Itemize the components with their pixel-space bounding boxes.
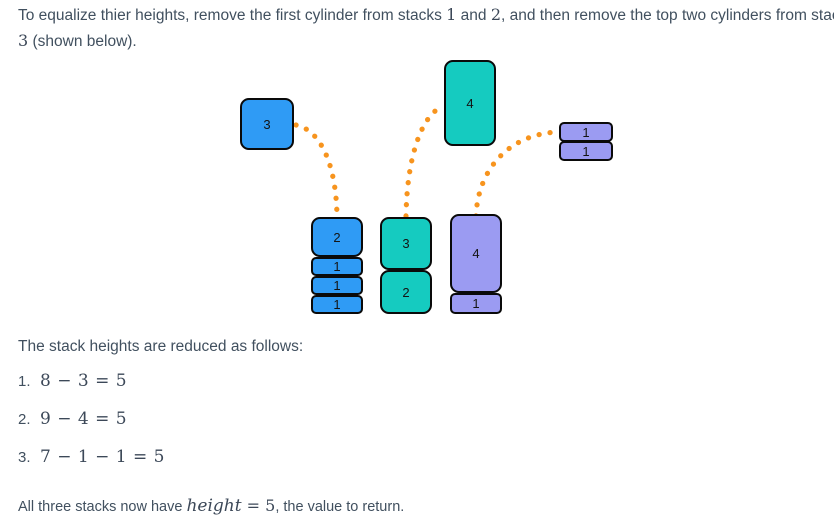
intro-text-part2: and <box>456 7 491 24</box>
stack-1-cylinder-0[interactable]: 2 <box>311 217 363 257</box>
intro-text-part3: , and then remove the top two cylinders … <box>501 7 834 24</box>
intro-text-part1: To equalize thier heights, remove the fi… <box>18 7 447 24</box>
removed-stack3-cylinder-second-label: 1 <box>582 143 590 159</box>
stack-1-cylinder-1-label: 1 <box>333 259 341 274</box>
removed-stack3-cylinder-top[interactable]: 1 <box>559 122 613 142</box>
conclusion-text-part1: All three stacks now have <box>18 499 187 515</box>
equation-item-3: 3. 7 − 1 − 1 = 5 <box>18 447 165 485</box>
intro-stack-number-2: 2 <box>490 5 502 24</box>
reduced-heading: The stack heights are reduced as follows… <box>18 338 304 355</box>
stack-1-cylinder-3[interactable]: 1 <box>311 295 363 314</box>
removed-stack3-cylinder-top-label: 1 <box>582 124 590 140</box>
stack-1-cylinder-3-label: 1 <box>333 297 341 312</box>
stack-1-cylinder-0-label: 2 <box>333 229 341 245</box>
removed-stack2-cylinder[interactable]: 4 <box>444 60 496 146</box>
arrow-stack2 <box>403 104 444 219</box>
conclusion-variable: height <box>186 496 242 516</box>
conclusion-value: 5 <box>265 496 276 515</box>
conclusion-equals: = <box>241 496 266 515</box>
removed-stack3-cylinder-second[interactable]: 1 <box>559 141 613 161</box>
stack-2-cylinder-1-label: 2 <box>402 284 410 300</box>
equation-item-1: 1. 8 − 3 = 5 <box>18 371 165 409</box>
equation-item-2: 2. 9 − 4 = 5 <box>18 409 165 447</box>
stack-2-cylinder-1[interactable]: 2 <box>380 270 432 314</box>
stack-3-cylinder-1-label: 1 <box>472 296 480 311</box>
stack-3-cylinder-0-label: 4 <box>472 246 480 261</box>
equation-item-3-number: 3. <box>18 449 31 466</box>
intro-stack-number-1: 1 <box>446 5 457 24</box>
stack-1-cylinder-1[interactable]: 1 <box>311 257 363 276</box>
equation-item-2-number: 2. <box>18 411 31 428</box>
removed-stack1-cylinder-label: 3 <box>263 116 271 132</box>
equation-item-1-expression: 8 − 3 = 5 <box>40 371 128 391</box>
intro-paragraph: To equalize thier heights, remove the fi… <box>18 2 834 54</box>
equation-list: 1. 8 − 3 = 5 2. 9 − 4 = 5 3. 7 − 1 − 1 = 5 <box>18 371 165 485</box>
cylinder-stacks-diagram: 3 4 1 1 2 1 1 1 3 2 4 1 <box>0 48 834 326</box>
equation-item-1-number: 1. <box>18 373 31 390</box>
stack-1-cylinder-2[interactable]: 1 <box>311 276 363 295</box>
equation-item-3-expression: 7 − 1 − 1 = 5 <box>40 447 165 467</box>
stack-3-cylinder-1[interactable]: 1 <box>450 293 502 314</box>
equation-item-2-expression: 9 − 4 = 5 <box>40 409 128 429</box>
conclusion-paragraph: All three stacks now have height = 5, th… <box>18 493 404 520</box>
removed-stack1-cylinder[interactable]: 3 <box>240 98 294 150</box>
conclusion-text-part2: , the value to return. <box>275 499 405 515</box>
stack-3-cylinder-0[interactable]: 4 <box>450 214 502 293</box>
arrow-stack1 <box>293 122 340 219</box>
stack-1-cylinder-2-label: 1 <box>333 278 341 293</box>
stack-2-cylinder-0-label: 3 <box>402 236 410 251</box>
stack-2-cylinder-0[interactable]: 3 <box>380 217 432 270</box>
removed-stack2-cylinder-label: 4 <box>466 95 474 111</box>
